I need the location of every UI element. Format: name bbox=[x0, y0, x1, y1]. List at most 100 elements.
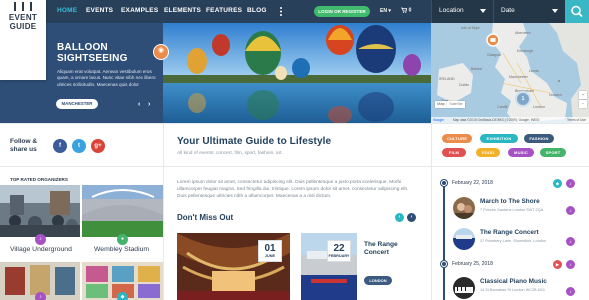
chevron-down-icon bbox=[552, 9, 558, 13]
nav-item-features[interactable]: FEATURES bbox=[206, 7, 242, 14]
top-organizers-heading: TOP RATED ORGANIZERS bbox=[10, 177, 68, 182]
organizer-name-village-underground[interactable]: Village Underground bbox=[10, 246, 72, 253]
divider bbox=[163, 123, 164, 300]
chevron-left-icon[interactable]: ‹ bbox=[395, 213, 404, 222]
map-label-leeds: Leeds bbox=[529, 69, 539, 73]
map-type-map-button[interactable]: Map bbox=[435, 101, 447, 108]
chevron-right-icon[interactable]: › bbox=[407, 213, 416, 222]
featured-title-line-1: BALLOON bbox=[57, 42, 108, 53]
language-selector[interactable]: EN ▾ bbox=[380, 8, 391, 14]
map-type-satellite-button[interactable]: Satellite bbox=[447, 101, 465, 108]
featured-event-title[interactable]: BALLOON SIGHTSEEING bbox=[57, 42, 128, 64]
guide-heading: Your Ultimate Guide to Lifestyle bbox=[177, 136, 332, 147]
language-label: EN bbox=[380, 8, 387, 14]
timeline-event-title[interactable]: Classical Piano Music bbox=[480, 278, 547, 285]
category-label: MUSIC bbox=[514, 150, 528, 155]
date-select[interactable]: Date bbox=[493, 0, 565, 23]
vertical-dots-icon[interactable] bbox=[279, 6, 283, 17]
category-fashion[interactable]: FASHION bbox=[524, 134, 554, 143]
dont-miss-heading: Don't Miss Out bbox=[177, 213, 234, 222]
event-card-date: 01 JUNE bbox=[258, 240, 282, 262]
timeline-event-title[interactable]: The Range Concert bbox=[480, 229, 539, 236]
location-placeholder: Location bbox=[439, 7, 464, 14]
event-card-day: 01 bbox=[264, 243, 276, 254]
map-zoom-in-button[interactable]: + bbox=[579, 91, 587, 99]
event-card-date: 22 FEBRUARY bbox=[327, 240, 351, 262]
featured-event-location-tag[interactable]: MANCHESTER bbox=[56, 99, 98, 109]
nav-item-home[interactable]: HOME bbox=[57, 7, 77, 14]
nav-item-events[interactable]: EVENTS bbox=[86, 7, 113, 14]
follow-line-2: share us bbox=[10, 146, 37, 153]
category-label: SPORT bbox=[545, 150, 561, 155]
map-label-isle-of-skye: Isle of Skye bbox=[461, 26, 480, 30]
event-thumbnail[interactable] bbox=[453, 228, 475, 250]
event-thumbnail[interactable] bbox=[453, 277, 475, 299]
category-food[interactable]: FOOD bbox=[476, 148, 500, 157]
intro-paragraph: Lorem ipsum dolor sit amet, consectetur … bbox=[177, 180, 409, 199]
music-icon: ♪ bbox=[566, 206, 575, 215]
map-marker-icon[interactable] bbox=[486, 33, 500, 47]
chevron-right-icon[interactable]: › bbox=[148, 101, 150, 108]
featured-event-description: Aliquam erat volutpat. Aenean vestibulum… bbox=[57, 69, 156, 87]
event-card-day: 22 bbox=[333, 243, 345, 254]
music-icon: ♪ bbox=[566, 260, 575, 269]
google-logo: Google bbox=[433, 118, 444, 122]
divider bbox=[0, 166, 589, 167]
event-card-title[interactable]: The Range Concert bbox=[364, 241, 398, 257]
cart-button[interactable]: 0 bbox=[401, 7, 411, 14]
category-music[interactable]: MUSIC bbox=[508, 148, 534, 157]
map-terms-link[interactable]: Terms of Use bbox=[567, 118, 586, 122]
login-register-button[interactable]: LOGIN OR REGISTER bbox=[314, 6, 370, 17]
event-card-location-tag[interactable]: LONDON bbox=[364, 276, 392, 285]
timeline-event-address: 14 St Barnabas St London WC2B 8G0 bbox=[480, 288, 545, 292]
nav-item-examples[interactable]: EXAMPLES bbox=[121, 7, 158, 14]
timeline-dot bbox=[441, 261, 447, 267]
map-zoom-out-button[interactable]: − bbox=[579, 100, 587, 108]
map-label-ireland: IRELAND bbox=[439, 77, 455, 81]
map-cluster-marker[interactable]: 1 bbox=[515, 91, 531, 107]
hot-air-balloon-photo[interactable] bbox=[163, 23, 431, 123]
music-icon: ♪ bbox=[566, 287, 575, 296]
organizer-photo-village-underground[interactable] bbox=[0, 185, 80, 237]
category-film[interactable]: FILM bbox=[442, 148, 466, 157]
category-label: FASHION bbox=[529, 136, 549, 141]
featured-title-line-2: SIGHTSEEING bbox=[57, 53, 128, 64]
facebook-icon[interactable]: f bbox=[53, 139, 67, 153]
logo-line-2: GUIDE bbox=[9, 22, 37, 31]
event-thumbnail[interactable] bbox=[453, 197, 475, 219]
location-select[interactable]: Location bbox=[431, 0, 493, 23]
timeline-event-address: 37 Rosebery Lane, Shoreditch, London bbox=[480, 239, 547, 243]
timeline-line bbox=[443, 185, 445, 300]
map-label-london: London bbox=[533, 105, 545, 109]
search-button[interactable] bbox=[565, 0, 589, 23]
google-plus-icon[interactable]: g+ bbox=[91, 139, 105, 153]
map-label-manchester: Manchester bbox=[509, 75, 528, 79]
category-sport[interactable]: SPORT bbox=[540, 148, 566, 157]
chevron-left-icon[interactable]: ‹ bbox=[138, 101, 140, 108]
map-label-norwich: Norwich bbox=[549, 93, 562, 97]
organizer-name-wembley-stadium[interactable]: Wembley Stadium bbox=[94, 246, 149, 253]
events-map[interactable]: Isle of Skye Aberdeen Edinburgh Glasgow … bbox=[431, 23, 589, 123]
nav-item-blog[interactable]: BLOG bbox=[247, 7, 267, 14]
category-label: FOOD bbox=[481, 150, 495, 155]
category-culture[interactable]: CULTURE bbox=[442, 134, 472, 143]
event-card-month: JUNE bbox=[264, 254, 276, 258]
timeline-event-address: 7 Princes Gardens London SW7 2QA bbox=[480, 208, 544, 212]
camera-icon[interactable]: ◉ bbox=[153, 44, 169, 60]
nav-item-elements[interactable]: ELEMENTS bbox=[164, 7, 201, 14]
category-exhibition[interactable]: EXHIBITION bbox=[480, 134, 518, 143]
organizer-photo-wembley-stadium[interactable] bbox=[82, 185, 163, 237]
sport-icon: ● bbox=[117, 234, 128, 245]
twitter-icon[interactable]: t bbox=[72, 139, 86, 153]
music-icon: ♪ bbox=[566, 179, 575, 188]
follow-line-1: Follow & bbox=[10, 138, 38, 145]
film-icon: ▶ bbox=[553, 260, 562, 269]
timeline-event-title[interactable]: March to The Shore bbox=[480, 198, 540, 205]
chevron-down-icon bbox=[480, 9, 486, 13]
map-label-cardiff: Cardiff bbox=[497, 105, 508, 109]
date-placeholder: Date bbox=[501, 7, 515, 14]
event-guide-logo[interactable]: EVENT GUIDE bbox=[0, 0, 46, 80]
exhibition-icon: ◆ bbox=[117, 292, 128, 300]
event-card-title-line-2: Concert bbox=[364, 249, 389, 256]
event-card-month: FEBRUARY bbox=[328, 254, 350, 258]
